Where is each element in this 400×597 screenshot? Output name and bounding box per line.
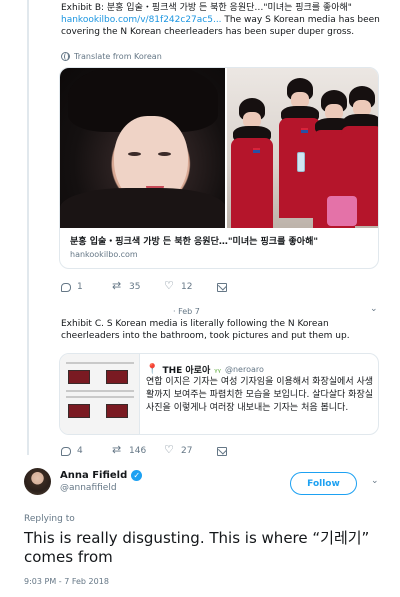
- tweet-text: Exhibit C. S Korean media is literally f…: [61, 319, 350, 341]
- direct-message-button[interactable]: [217, 282, 269, 292]
- follow-button[interactable]: Follow: [290, 472, 357, 495]
- link-preview-card[interactable]: 분홍 입술・핑크색 가방 든 북한 응원단…"미녀는 핑크를 좋아해" hank…: [59, 67, 379, 269]
- pin-icon: 📍: [146, 364, 159, 375]
- like-button[interactable]: 12: [164, 279, 217, 293]
- reply-icon: [61, 282, 71, 292]
- quoted-tweet-thumbnail: [60, 354, 140, 434]
- retweet-icon: [112, 279, 123, 292]
- reply-count: 4: [77, 446, 83, 456]
- thread-connector-line: [27, 0, 29, 455]
- like-count: 27: [181, 446, 193, 456]
- retweet-count: 146: [129, 446, 147, 456]
- reply-button[interactable]: 1: [61, 282, 113, 292]
- main-tweet-text: This is really disgusting. This is where…: [24, 529, 370, 566]
- verified-badge-icon: ✓: [131, 470, 143, 481]
- sprout-icon: ᵧᵧ: [214, 364, 221, 375]
- card-photo-cheerleader-portrait: [60, 68, 225, 228]
- tweet-link[interactable]: hankookilbo.com/v/81f242c27ac5...: [61, 15, 222, 25]
- retweet-icon: [112, 443, 123, 456]
- heart-icon: [164, 443, 175, 456]
- author-name[interactable]: Anna Fifield: [60, 470, 127, 481]
- globe-icon: [61, 52, 70, 61]
- author-block[interactable]: Anna Fifield ✓ @annafifield: [60, 470, 143, 493]
- chevron-down-icon[interactable]: ⌄: [371, 476, 379, 486]
- tweet-actions: 4 146 27: [61, 443, 269, 457]
- conversation-thread: Exhibit B: 분홍 입술・핑크색 가방 든 북한 응원단…"미녀는 핑크…: [0, 0, 400, 457]
- tweet-text-prefix: Exhibit B: 분홍 입술・핑크색 가방 든 북한 응원단…"미녀는 핑크…: [61, 3, 352, 13]
- replying-to-label: Replying to: [24, 514, 75, 524]
- reply-button[interactable]: 4: [61, 446, 113, 456]
- avatar[interactable]: [24, 468, 51, 495]
- chevron-down-icon[interactable]: ⌄: [370, 304, 378, 314]
- card-image: [60, 68, 378, 228]
- card-title: 분홍 입술・핑크색 가방 든 북한 응원단…"미녀는 핑크를 좋아해": [70, 237, 319, 247]
- translate-link[interactable]: Translate from Korean: [61, 52, 162, 61]
- quoted-tweet[interactable]: 📍 THE 아로아 ᵧᵧ @neroaro 연합 이지은 기자는 여성 기자임을…: [59, 353, 379, 435]
- envelope-icon: [217, 282, 227, 292]
- tweet-timestamp[interactable]: 9:03 PM - 7 Feb 2018: [24, 577, 109, 586]
- quoted-author-handle: @neroaro: [224, 365, 264, 374]
- envelope-icon: [217, 446, 227, 456]
- reply-count: 1: [77, 282, 83, 292]
- card-photo-cheerleaders-group: [226, 68, 378, 228]
- direct-message-button[interactable]: [217, 446, 269, 456]
- quoted-author: 📍 THE 아로아 ᵧᵧ @neroaro: [146, 363, 264, 376]
- reply-icon: [61, 446, 71, 456]
- tweet-actions: 1 35 12: [61, 279, 269, 293]
- retweet-button[interactable]: 146: [112, 443, 165, 457]
- like-button[interactable]: 27: [164, 443, 217, 457]
- quoted-tweet-text: 연합 이지은 기자는 여성 기자임을 이용해서 화장실에서 사생활까지 보여주는…: [146, 377, 374, 413]
- like-count: 12: [181, 282, 193, 292]
- heart-icon: [164, 279, 175, 292]
- tweet-date[interactable]: · Feb 7: [173, 307, 200, 316]
- translate-label: Translate from Korean: [74, 52, 162, 61]
- card-domain: hankookilbo.com: [70, 250, 138, 259]
- retweet-button[interactable]: 35: [112, 279, 165, 293]
- author-handle[interactable]: @annafifield: [60, 483, 142, 493]
- quoted-author-name: THE 아로아: [162, 366, 211, 376]
- retweet-count: 35: [129, 282, 141, 292]
- tweet-text: Exhibit B: 분홍 입술・핑크색 가방 든 북한 응원단…"미녀는 핑크…: [61, 2, 387, 38]
